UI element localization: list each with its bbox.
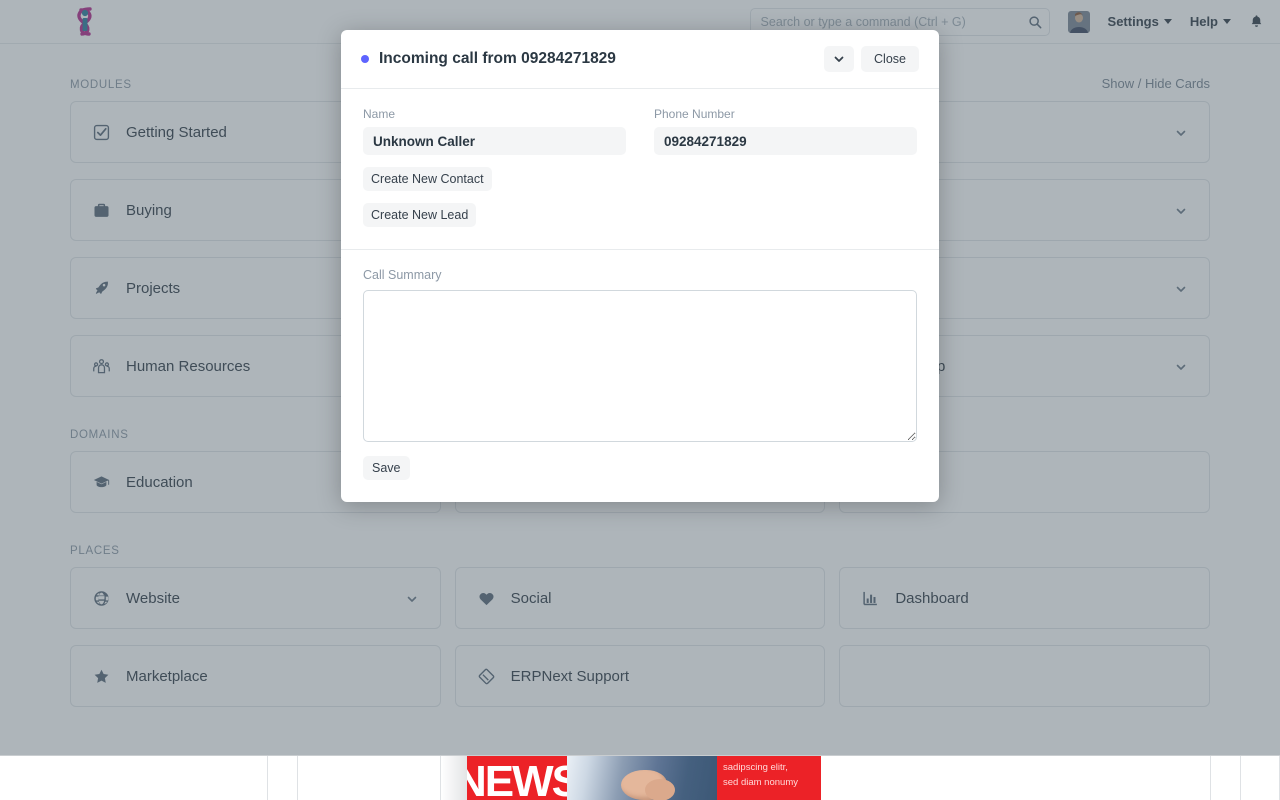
ad-body-line-1: sadipscing elitr, bbox=[723, 760, 815, 775]
create-new-contact-button[interactable]: Create New Contact bbox=[363, 167, 492, 191]
caller-fields-row: Name Unknown Caller Phone Number 0928427… bbox=[363, 107, 917, 155]
phone-number-label: Phone Number bbox=[654, 107, 917, 121]
name-value[interactable]: Unknown Caller bbox=[363, 127, 626, 155]
strip-pane-2 bbox=[268, 756, 298, 800]
ad-photo bbox=[567, 756, 717, 800]
call-summary-label: Call Summary bbox=[363, 268, 917, 282]
ad-body-text: sadipscing elitr, sed diam nonumy bbox=[717, 756, 821, 800]
collapse-button[interactable] bbox=[824, 46, 854, 72]
modal-title: Incoming call from 09284271829 bbox=[379, 50, 616, 68]
call-summary-textarea[interactable] bbox=[363, 290, 917, 442]
strip-pane-5 bbox=[1211, 756, 1241, 800]
ad-tail bbox=[821, 756, 1041, 800]
strip-pane-4 bbox=[1041, 756, 1211, 800]
phone-field-group: Phone Number 09284271829 bbox=[654, 107, 917, 155]
close-button[interactable]: Close bbox=[861, 46, 919, 72]
bottom-browser-strip: NEWS sadipscing elitr, sed diam nonumy bbox=[0, 755, 1280, 800]
ad-photo-hand-2 bbox=[645, 779, 675, 800]
call-summary-section: Call Summary Save bbox=[341, 249, 939, 502]
create-actions: Create New Contact Create New Lead bbox=[363, 155, 917, 227]
name-field-group: Name Unknown Caller bbox=[363, 107, 626, 155]
modal-header: Incoming call from 09284271829 Close bbox=[341, 30, 939, 89]
caller-details-section: Name Unknown Caller Phone Number 0928427… bbox=[341, 89, 939, 249]
strip-pane-6 bbox=[1241, 756, 1280, 800]
create-new-lead-button[interactable]: Create New Lead bbox=[363, 203, 476, 227]
news-ad-banner[interactable]: NEWS sadipscing elitr, sed diam nonumy bbox=[441, 756, 1041, 800]
chevron-down-icon bbox=[833, 53, 845, 65]
strip-pane-1 bbox=[0, 756, 268, 800]
strip-pane-3 bbox=[298, 756, 441, 800]
ad-headline: NEWS bbox=[467, 763, 567, 800]
status-indicator-dot bbox=[361, 55, 369, 63]
ad-fade-left bbox=[441, 756, 467, 800]
ad-headline-block: NEWS bbox=[467, 756, 567, 800]
ad-body-line-2: sed diam nonumy bbox=[723, 775, 815, 790]
modal-header-actions: Close bbox=[824, 46, 919, 72]
incoming-call-modal: Incoming call from 09284271829 Close Nam… bbox=[341, 30, 939, 502]
save-button[interactable]: Save bbox=[363, 456, 410, 480]
phone-number-value[interactable]: 09284271829 bbox=[654, 127, 917, 155]
name-label: Name bbox=[363, 107, 626, 121]
